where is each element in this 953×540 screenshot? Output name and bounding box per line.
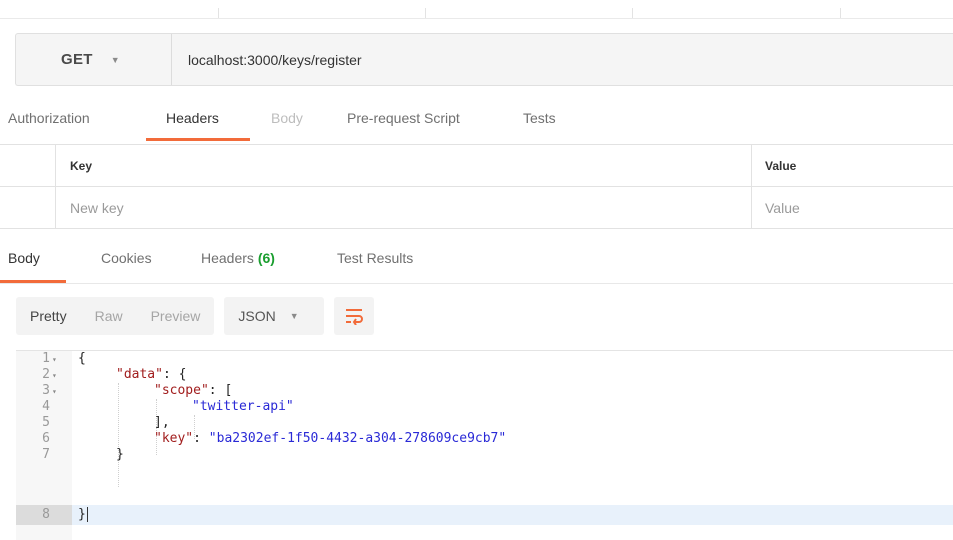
request-url-bar: GET ▼ localhost:3000/keys/register [15,33,953,86]
url-input[interactable]: localhost:3000/keys/register [172,34,953,85]
line-number: 6 [42,431,50,446]
new-value-input[interactable]: Value [765,187,800,228]
strip-divider [632,8,633,18]
code-text: "scope": [ [154,383,232,399]
code-line: 2 ▾ "data": { [16,367,953,383]
code-text: ], [154,415,170,430]
code-line: 1 ▾ { [16,351,953,367]
json-key: "data" [116,367,163,382]
response-tabs: Body Cookies Headers (6) Test Results [0,236,953,284]
method-selector[interactable]: GET ▼ [16,34,172,85]
code-text: } [78,507,86,522]
tab-tests[interactable]: Tests [523,110,556,126]
column-header-value: Value [765,158,797,173]
new-key-input[interactable]: New key [70,187,124,228]
strip-divider [840,8,841,18]
column-divider [751,145,752,186]
current-code-line: 8 } [16,505,953,525]
line-number: 3 [42,383,50,398]
line-number: 4 [42,399,50,414]
code-line: 5 ], [16,415,953,431]
code-text: { [78,351,86,366]
active-tab-indicator [146,138,250,141]
json-value: "ba2302ef-1f50-4432-a304-278609ce9cb7" [208,431,507,446]
format-dropdown[interactable]: JSON ▼ [224,297,325,335]
code-text: } [116,447,124,462]
json-key: "scope" [154,383,209,398]
view-mode-group: Pretty Raw Preview [16,297,215,335]
view-preview-button[interactable]: Preview [137,308,215,324]
tab-pre-request-script[interactable]: Pre-request Script [347,110,460,126]
table-row: New key Value [0,187,953,229]
code-text: "data": { [116,367,186,383]
tab-cookies[interactable]: Cookies [101,250,152,266]
row-gutter [0,145,56,186]
json-punct: : [193,431,209,446]
line-number: 7 [42,447,50,462]
request-tabs: Authorization Headers Body Pre-request S… [0,100,953,144]
strip-divider [218,8,219,18]
column-header-key: Key [70,158,93,173]
method-label: GET [61,51,93,68]
code-line: 3 ▾ "scope": [ [16,383,953,399]
line-number: 1 [42,351,50,366]
json-key: "key" [154,431,194,446]
response-format-bar: Pretty Raw Preview JSON ▼ [16,296,375,336]
column-divider [751,187,752,228]
code-line: 6 "key": "ba2302ef-1f50-4432-a304-278609… [16,431,953,447]
chevron-down-icon: ▼ [110,54,120,65]
strip-baseline [0,18,953,19]
json-punct: : { [162,367,187,382]
code-line: 7 } [16,447,953,463]
wrap-lines-icon [346,309,364,325]
header-count-badge: (6) [257,250,275,266]
text-cursor [87,507,88,522]
code-line: 4 "twitter-api" [16,399,953,415]
tab-body[interactable]: Body [271,110,303,126]
json-punct: : [ [208,383,233,398]
tab-response-body[interactable]: Body [8,250,40,266]
line-number: 2 [42,367,50,382]
top-strip [0,0,953,20]
line-number: 5 [42,415,50,430]
code-text: "twitter-api" [192,399,294,415]
view-raw-button[interactable]: Raw [81,308,137,324]
active-tab-indicator [0,280,66,283]
chevron-down-icon: ▼ [289,311,299,321]
fold-toggle-icon[interactable]: ▾ [52,352,62,368]
format-label: JSON [238,308,276,324]
view-pretty-button[interactable]: Pretty [16,308,81,324]
code-text: "key": "ba2302ef-1f50-4432-a304-278609ce… [154,431,506,447]
headers-table: Key Value New key Value [0,144,953,229]
line-number: 8 [16,505,72,525]
fold-toggle-icon[interactable]: ▾ [52,384,62,400]
tab-response-headers-label: Headers [201,250,254,266]
tab-response-headers[interactable]: Headers (6) [201,250,275,266]
json-value: "twitter-api" [192,399,294,414]
wrap-lines-button[interactable] [334,297,375,335]
row-gutter [0,187,56,228]
strip-divider [425,8,426,18]
table-header-row: Key Value [0,145,953,187]
response-body-editor[interactable]: 1 ▾ { 2 ▾ "data": { 3 ▾ "scope": [ 4 "tw… [16,350,953,540]
tab-test-results[interactable]: Test Results [337,250,413,266]
tab-headers[interactable]: Headers [166,110,219,126]
fold-toggle-icon[interactable]: ▾ [52,368,62,384]
tab-authorization[interactable]: Authorization [8,110,90,126]
